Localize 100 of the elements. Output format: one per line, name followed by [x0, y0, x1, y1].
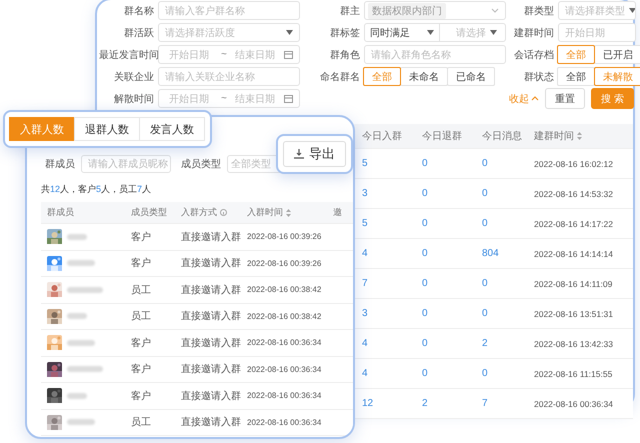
filter-label: 成员类型	[181, 158, 221, 171]
table-cell-text: 2022-08-16 13:51:31	[534, 308, 614, 318]
sort-icon[interactable]	[577, 132, 582, 140]
text-field[interactable]: 请输入关联企业名称	[158, 67, 300, 86]
table-cell-text: 2022-08-16 14:53:32	[534, 188, 614, 198]
count-link[interactable]: 3	[362, 188, 422, 199]
count-link[interactable]: 0	[482, 218, 534, 229]
text-field[interactable]: 请输入客户群名称	[158, 1, 300, 20]
table-cell-text: 客户	[131, 390, 152, 403]
filter-label: 群标签	[329, 26, 360, 40]
count-link[interactable]: 0	[482, 368, 534, 379]
text-field[interactable]: 请输入群成员昵称	[81, 155, 171, 173]
blurred-name	[67, 260, 95, 266]
count-link[interactable]: 804	[482, 248, 534, 259]
count-link[interactable]: 0	[422, 158, 482, 169]
segment-option[interactable]: 未命名	[400, 67, 448, 86]
member-summary: 共12人，客户5人，员工7人	[41, 183, 152, 196]
count-link[interactable]: 0	[422, 218, 482, 229]
count-link[interactable]: 4	[362, 368, 422, 379]
table-cell-text: 直接邀请入群	[181, 256, 242, 270]
segment-option[interactable]: 全部	[557, 67, 595, 86]
table-cell-text: 客户	[131, 230, 152, 244]
count-link[interactable]: 0	[422, 308, 482, 319]
table-cell-text: 2022-08-16 00:39:26	[247, 258, 322, 268]
caret-icon	[286, 30, 293, 35]
segment-option[interactable]: 全部	[557, 45, 595, 64]
filter-label: 建群时间	[513, 26, 554, 40]
select-field[interactable]: 同时满足 请选择	[364, 23, 506, 42]
table-cell-text: 直接邀请入群	[181, 416, 242, 430]
blurred-name	[67, 340, 95, 346]
table-cell-text: 2022-08-16 00:36:34	[247, 338, 322, 348]
filter-label: 解散时间	[113, 92, 154, 106]
count-link[interactable]: 2	[422, 398, 482, 409]
count-link[interactable]: 2	[482, 338, 534, 349]
count-link[interactable]: 5	[362, 158, 422, 169]
table-cell-text: 2022-08-16 14:17:22	[534, 218, 614, 228]
count-link[interactable]: 0	[482, 188, 534, 199]
download-icon	[294, 149, 304, 159]
select-field[interactable]: 请选择群类型	[558, 1, 636, 20]
filter-label: 群成员	[45, 158, 75, 171]
date-range-field[interactable]: 开始日期 ~ 结束日期	[158, 45, 300, 64]
column-header: 今日入群	[362, 130, 403, 143]
calendar-icon	[284, 94, 293, 103]
table-cell-text: 客户	[131, 336, 152, 350]
count-link[interactable]: 0	[482, 158, 534, 169]
search-button[interactable]: 搜 索	[591, 88, 634, 109]
filter-label: 群类型	[523, 4, 554, 18]
date-field[interactable]: 开始日期	[558, 23, 636, 42]
blurred-name	[67, 234, 87, 240]
count-link[interactable]: 0	[422, 368, 482, 379]
info-icon	[220, 209, 227, 216]
reset-button[interactable]: 重置	[545, 88, 586, 109]
blurred-name	[67, 366, 103, 372]
count-link[interactable]: 0	[482, 308, 534, 319]
count-link[interactable]: 0	[422, 278, 482, 289]
count-link[interactable]: 7	[482, 398, 534, 409]
count-link[interactable]: 4	[362, 248, 422, 259]
filter-label: 会话存档	[513, 48, 554, 62]
caret-icon	[629, 8, 635, 13]
table-cell-text: 2022-08-16 14:14:14	[534, 248, 614, 258]
table-cell-text: 2022-08-16 11:15:55	[534, 368, 614, 378]
select-field[interactable]: 数据权限内部门	[364, 1, 506, 20]
blurred-name	[67, 313, 87, 320]
column-header: 入群时间	[247, 206, 333, 219]
collapse-link[interactable]: 收起	[509, 92, 540, 106]
date-range-field[interactable]: 开始日期 ~ 结束日期	[158, 89, 300, 108]
count-link[interactable]: 0	[482, 278, 534, 289]
table-cell-text: 直接邀请入群	[181, 390, 242, 403]
count-link[interactable]: 7	[362, 278, 422, 289]
segment-option[interactable]: 已命名	[447, 67, 495, 86]
column-header: 成员类型	[131, 206, 168, 219]
count-link[interactable]: 0	[422, 248, 482, 259]
export-button[interactable]: 导出	[283, 141, 346, 167]
tab[interactable]: 发言人数	[139, 117, 205, 141]
select-field[interactable]: 请选择群活跃度	[158, 23, 300, 42]
count-link[interactable]: 0	[422, 338, 482, 349]
table-cell-text: 2022-08-16 00:36:34	[534, 398, 614, 408]
table-cell-text: 2022-08-16 00:36:34	[247, 418, 322, 427]
table-cell-text: 2022-08-16 00:38:42	[247, 285, 322, 294]
sort-icon[interactable]	[286, 208, 291, 216]
tab[interactable]: 退群人数	[74, 117, 140, 141]
count-link[interactable]: 3	[362, 308, 422, 319]
segment-option[interactable]: 全部	[363, 67, 401, 86]
tab[interactable]: 入群人数	[9, 117, 75, 141]
segment-option[interactable]: 已开启	[594, 45, 640, 64]
segment-option[interactable]: 未解散	[594, 67, 640, 86]
count-link[interactable]: 12	[362, 398, 422, 409]
count-link[interactable]: 5	[362, 218, 422, 229]
table-cell-text: 2022-08-16 14:11:09	[534, 278, 614, 288]
table-cell-text: 直接邀请入群	[181, 362, 242, 376]
table-cell-text: 直接邀请入群	[181, 230, 242, 244]
table-cell-text: 员工	[131, 416, 152, 430]
blurred-name	[67, 419, 95, 426]
filter-label: 群活跃	[123, 26, 154, 40]
table-cell-text: 客户	[131, 256, 152, 270]
count-link[interactable]: 4	[362, 338, 422, 349]
caret-icon	[490, 30, 497, 35]
text-field[interactable]: 请输入群角色名称	[364, 45, 506, 64]
count-link[interactable]: 0	[422, 188, 482, 199]
table-cell-text: 2022-08-16 00:39:26	[247, 232, 322, 242]
